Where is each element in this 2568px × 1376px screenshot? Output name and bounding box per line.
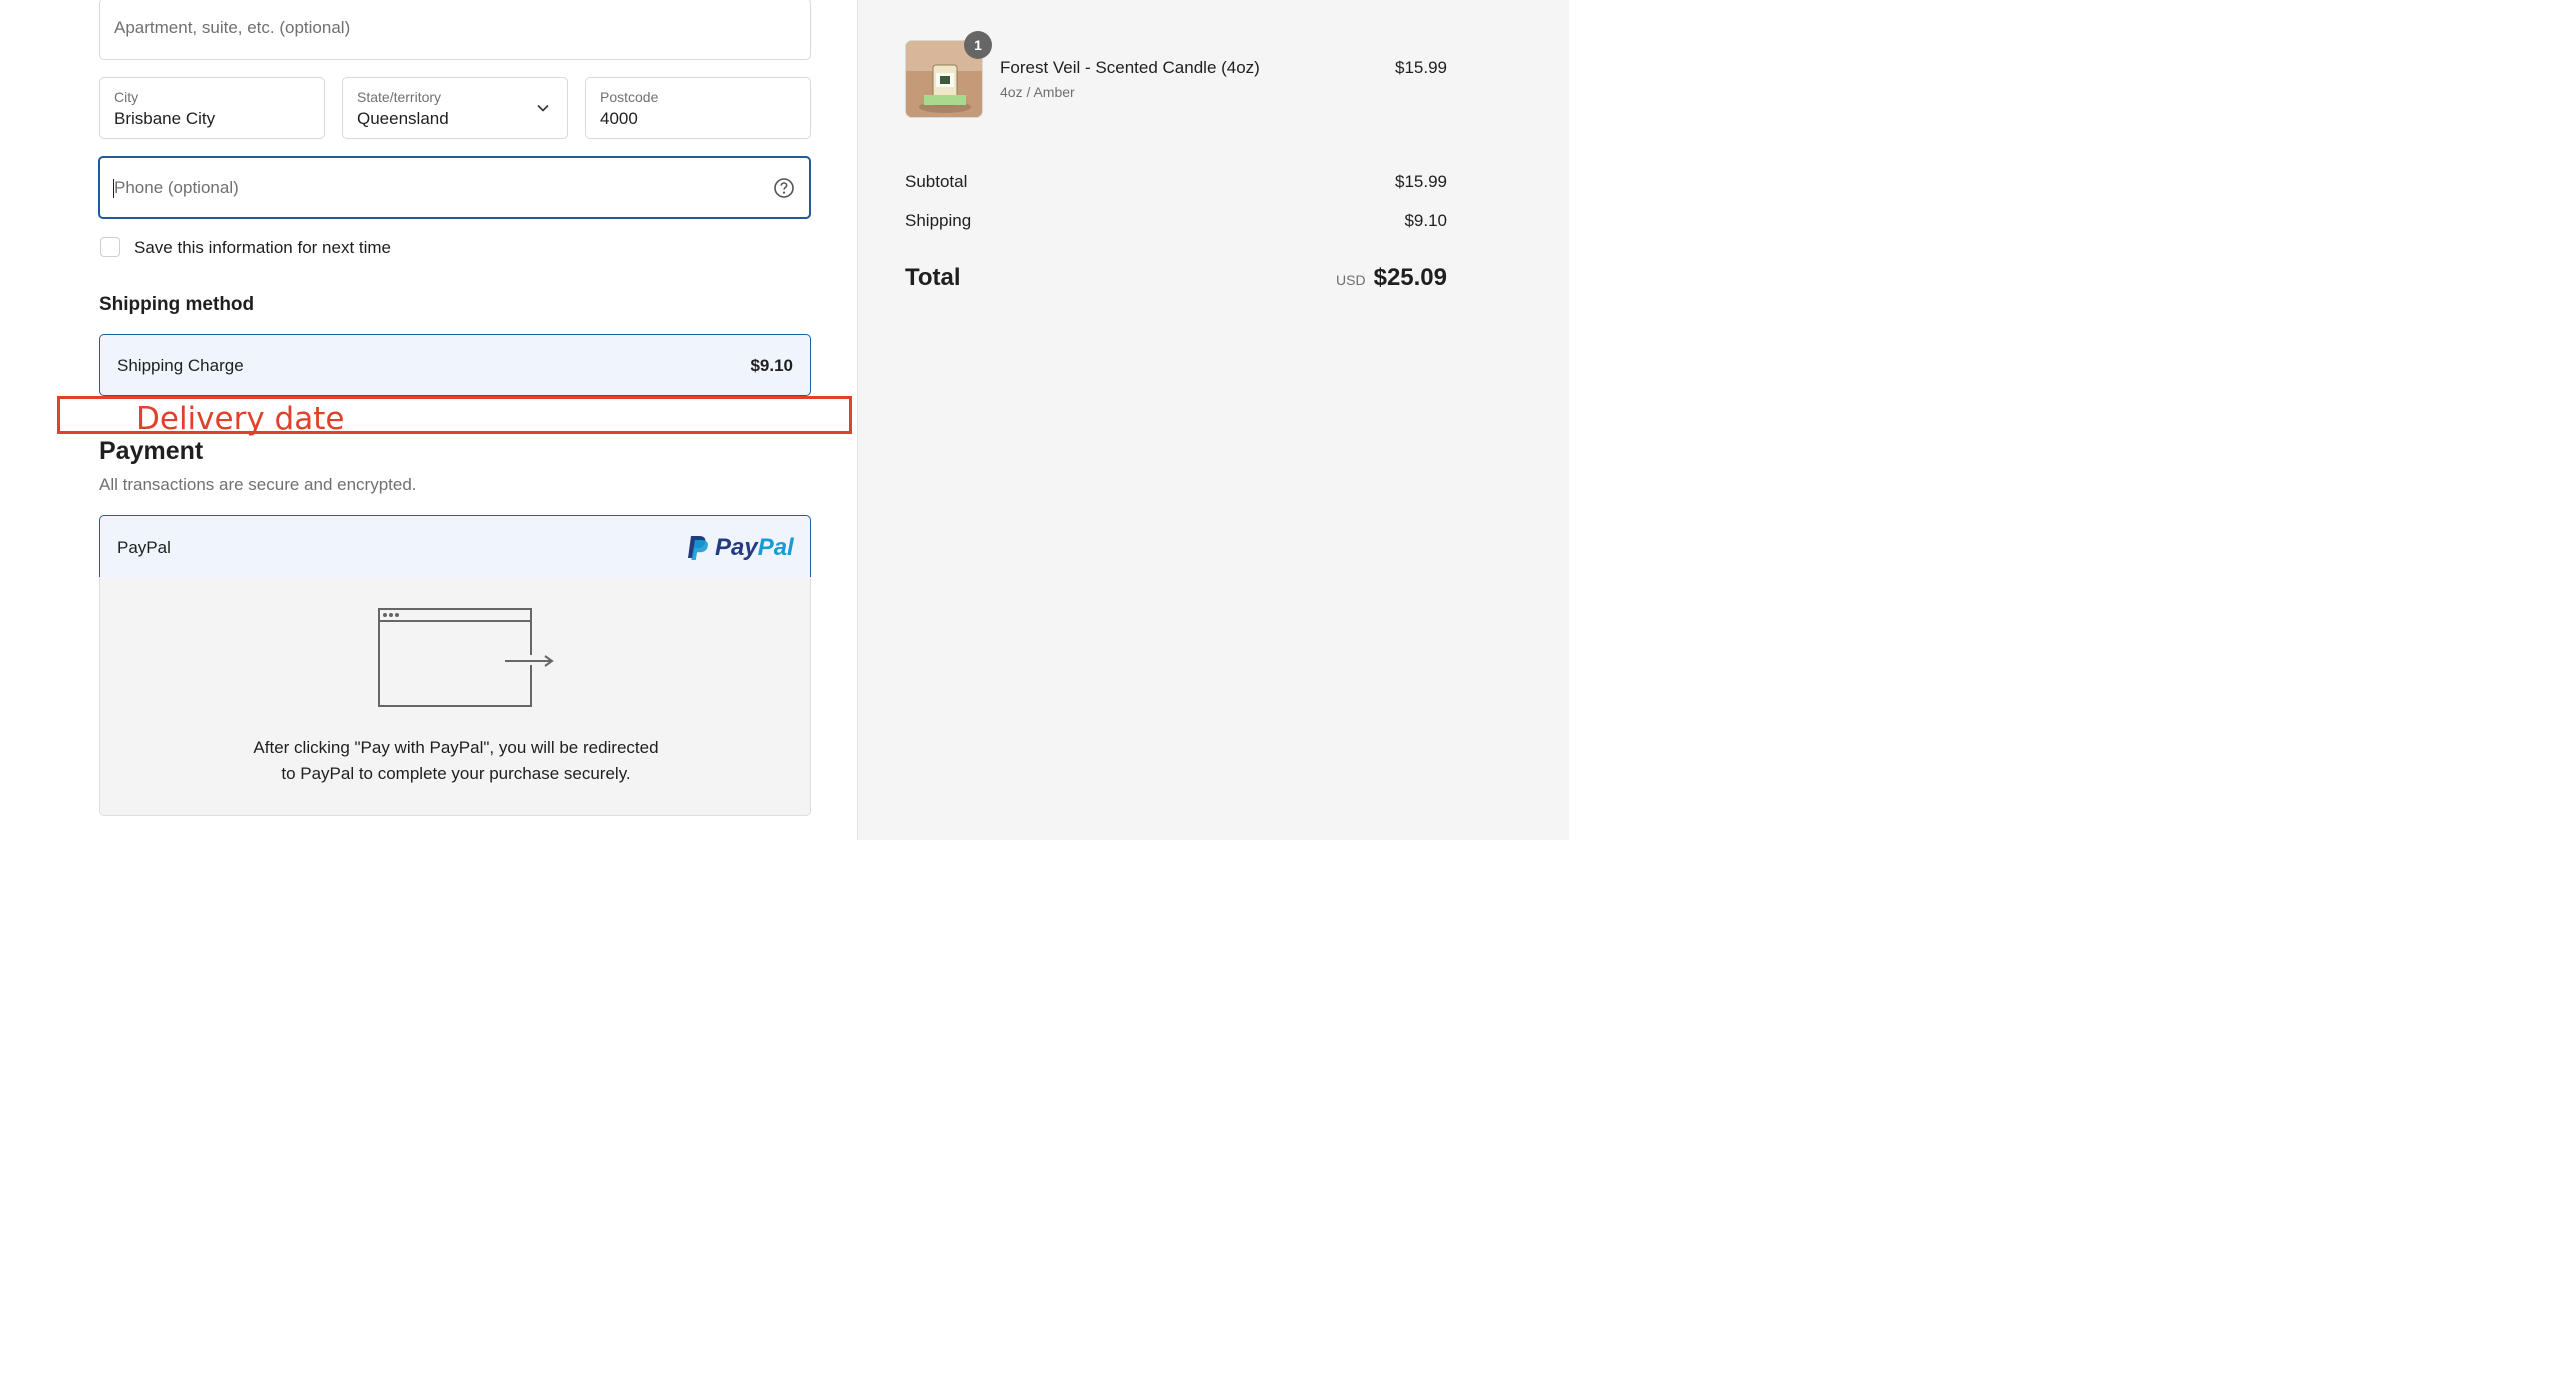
total-value: $25.09 [1373, 264, 1447, 291]
shipping-option-price: $9.10 [750, 356, 793, 375]
checkout-form: Apartment, suite, etc. (optional) City B… [0, 0, 857, 840]
payment-option-paypal[interactable]: PayPal PayPal [99, 515, 811, 578]
chevron-down-icon [537, 104, 549, 112]
payment-heading: Payment [99, 437, 204, 465]
shipping-value: $9.10 [1404, 211, 1447, 230]
shipping-label: Shipping [905, 211, 972, 230]
paypal-note-line-1: After clicking "Pay with PayPal", you wi… [253, 738, 659, 757]
paypal-mark-icon [688, 536, 708, 560]
payment-method-name: PayPal [117, 538, 171, 557]
browser-redirect-icon [378, 608, 554, 707]
save-info-checkbox[interactable] [100, 237, 120, 257]
product-variant: 4oz / Amber [1000, 84, 1075, 100]
postcode-label: Postcode [600, 89, 659, 105]
currency-code: USD [1336, 272, 1366, 288]
state-select[interactable]: State/territory Queensland [342, 77, 568, 139]
paypal-info-panel: After clicking "Pay with PayPal", you wi… [99, 577, 811, 816]
payment-subtitle: All transactions are secure and encrypte… [99, 475, 417, 494]
shipping-method-heading: Shipping method [99, 294, 255, 315]
city-value: Brisbane City [114, 109, 216, 128]
state-value: Queensland [357, 109, 449, 128]
subtotal-label: Subtotal [905, 172, 968, 191]
paypal-redirect-note: After clicking "Pay with PayPal", you wi… [100, 735, 812, 787]
product-name: Forest Veil - Scented Candle (4oz) [1000, 58, 1260, 77]
city-input[interactable]: City Brisbane City [99, 77, 325, 139]
shipping-row: Shipping $9.10 [905, 211, 1447, 231]
city-label: City [114, 89, 139, 105]
quantity-badge: 1 [964, 31, 992, 59]
phone-placeholder: Phone (optional) [114, 178, 239, 197]
paypal-logo: PayPal [686, 533, 794, 563]
total-label: Total [905, 264, 961, 291]
paypal-note-line-2: to PayPal to complete your purchase secu… [281, 764, 631, 783]
help-icon[interactable] [773, 177, 795, 199]
apartment-input[interactable]: Apartment, suite, etc. (optional) [99, 0, 811, 60]
postcode-value: 4000 [600, 109, 638, 128]
order-summary-panel [857, 0, 1569, 840]
apartment-placeholder: Apartment, suite, etc. (optional) [114, 18, 351, 37]
paypal-logo-pay: Pay [715, 534, 758, 561]
subtotal-value: $15.99 [1395, 172, 1447, 191]
shipping-option[interactable]: Shipping Charge $9.10 [99, 334, 811, 396]
total-amount: USD $25.09 [1336, 264, 1447, 292]
product-price: $15.99 [1395, 58, 1447, 77]
annotation-label: Delivery date [136, 401, 345, 437]
paypal-logo-pal: Pal [757, 534, 794, 561]
postcode-input[interactable]: Postcode 4000 [585, 77, 811, 139]
shipping-option-name: Shipping Charge [117, 356, 244, 375]
state-label: State/territory [357, 89, 442, 105]
phone-input[interactable]: Phone (optional) [98, 156, 811, 219]
save-info-label[interactable]: Save this information for next time [134, 238, 391, 258]
subtotal-row: Subtotal $15.99 [905, 172, 1447, 192]
